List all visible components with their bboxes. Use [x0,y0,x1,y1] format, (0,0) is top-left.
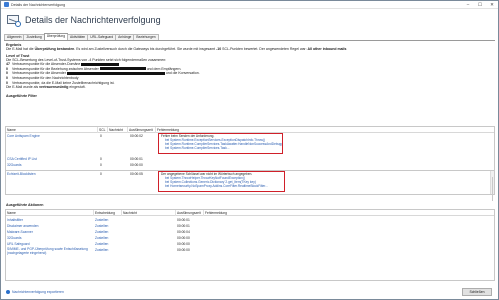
filter-row-scl: 0 [100,157,102,161]
column-header[interactable]: Ausführungszeit [128,127,156,133]
action-row-decision[interactable]: Zustellen [95,242,108,246]
filter-row-name[interactable]: Echtzeit-Blocklisten [7,172,36,176]
actions-table[interactable]: Name Entscheidung Nachricht Ausführungsz… [5,209,495,281]
column-header[interactable]: Nachricht [108,127,128,133]
action-row-name[interactable]: Malware-Scanner [7,230,33,234]
trust-summary: Die E-Mail wurde als vertrauenswürdig ei… [6,85,86,90]
close-window-button[interactable]: ✕ [486,1,498,9]
error-message-box: Fehler beim Senden der Anforderung. bei … [158,133,283,154]
action-row-name[interactable]: 32Guards [7,236,21,240]
tab-content: Ergebnis Die E-Mail hat die Überprüfung … [6,42,494,98]
window-title: Details der Nachrichtenverfolgung [11,2,66,7]
action-row-time: 00:00:01 [177,218,190,222]
message-tracking-icon [7,13,21,27]
filter-row-name[interactable]: CSA Certified IP List [7,157,37,161]
filters-scrollbar[interactable] [490,171,494,201]
filters-table-lower[interactable]: Echtzeit-Blocklisten 0 00:00:05 Der ange… [5,171,495,201]
actions-heading: Ausgeführte Aktionen [6,203,44,207]
page-header: Details der Nachrichtenverfolgung [1,9,498,31]
column-header[interactable]: Name [6,127,98,133]
export-icon [6,290,10,294]
filter-row-time: 00:00:00 [130,163,143,167]
filter-row-time: 00:00:02 [130,134,143,138]
action-row-decision[interactable]: Zustellen [95,218,108,222]
column-header[interactable]: Nachricht [122,210,176,216]
filters-table[interactable]: Name SCL Nachricht Ausführungszeit Fehle… [5,126,495,171]
column-header[interactable]: Ausführungszeit [176,210,204,216]
action-row-name[interactable]: S/MIME- und PGP-Überprüfung sowie Entsch… [7,247,91,256]
action-row-decision[interactable]: Zustellen [95,224,108,228]
redacted-block [66,71,165,76]
action-row-name[interactable]: Inhaltsfilter [7,218,23,222]
filter-row-scl: 0 [100,163,102,167]
column-header[interactable]: Name [6,210,94,216]
tab-ueberpruefung[interactable]: Überprüfung [43,33,69,40]
close-button[interactable]: Schließen [462,288,492,296]
error-message-box: Der angegebene Schlüssel war nicht im Wö… [158,171,285,192]
export-link[interactable]: Nachrichtenverfolgung exportieren [6,290,64,294]
column-header[interactable]: SCL [98,127,108,133]
column-header[interactable]: Fehlermeldung [204,210,492,216]
tab-bar: Allgemein Zustellung Überprüfung Aktivit… [4,33,159,40]
action-row-decision[interactable]: Zustellen [95,236,108,240]
filter-row-time: 00:00:01 [130,157,143,161]
redacted-block [99,67,146,71]
action-row-decision[interactable]: Zustellen [95,230,108,234]
action-row-name[interactable]: URL Safeguard [7,242,30,246]
export-link-label[interactable]: Nachrichtenverfolgung exportieren [12,290,64,294]
ergebnis-text: Die E-Mail hat die Überprüfung bestanden… [6,47,347,51]
maximize-button[interactable]: ☐ [474,1,486,9]
filter-row-name[interactable]: 32Guards [7,163,21,167]
action-row-name[interactable]: Disclaimer anwenden [7,224,39,228]
action-row-time: 00:00:04 [177,230,190,234]
title-bar: Details der Nachrichtenverfolgung – ☐ ✕ [1,1,498,9]
details-window: Details der Nachrichtenverfolgung – ☐ ✕ … [0,0,499,300]
filter-row-scl: 0 [100,172,102,176]
column-header[interactable]: Entscheidung [94,210,122,216]
app-icon [4,2,9,7]
redacted-block [81,62,120,66]
footer: Nachrichtenverfolgung exportieren Schlie… [1,286,498,300]
minimize-button[interactable]: – [462,1,474,9]
filter-row-scl: 0 [100,134,102,138]
page-title: Details der Nachrichtenverfolgung [25,15,161,25]
action-row-time: 00:00:00 [177,248,190,252]
filters-heading: Ausgeführte Filter [6,93,37,98]
filter-row-name[interactable]: Core Antispam Engine [7,134,40,138]
filter-row-time: 00:00:05 [130,172,143,176]
action-row-time: 00:00:00 [177,236,190,240]
action-row-decision[interactable]: Zustellen [95,248,108,252]
action-row-time: 00:00:00 [177,242,190,246]
action-row-time: 00:00:01 [177,224,190,228]
